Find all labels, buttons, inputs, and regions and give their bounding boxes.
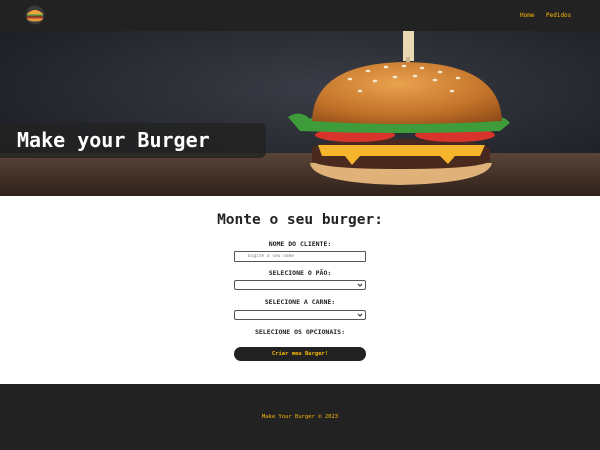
nav-link-home[interactable]: Home	[520, 12, 534, 19]
meat-select-label: Selecione a carne:	[264, 298, 336, 306]
page-title: Monte o seu burger:	[217, 212, 383, 228]
banner-title: Make your Burger	[17, 128, 210, 152]
meat-select[interactable]	[234, 310, 366, 320]
create-burger-button[interactable]: Criar meu Burger!	[234, 347, 366, 361]
options-label: Selecione os opcionais:	[254, 328, 345, 336]
chevron-down-icon	[357, 313, 363, 317]
footer: Make Your Burger © 2023	[0, 384, 600, 450]
bread-select-label: Selecione o pão:	[268, 269, 332, 277]
chevron-down-icon	[357, 283, 363, 287]
customer-name-input[interactable]	[234, 251, 366, 262]
customer-name-label: Nome do cliente:	[268, 240, 332, 248]
burger-logo-icon[interactable]	[23, 5, 47, 25]
burger-form-section: Monte o seu burger: Nome do cliente: Sel…	[0, 196, 600, 384]
hero-banner: Make your Burger	[0, 31, 600, 196]
burger-photo	[0, 31, 600, 196]
bread-select[interactable]	[234, 280, 366, 290]
nav-link-orders[interactable]: Pedidos	[546, 12, 571, 19]
navbar: Home Pedidos	[0, 0, 600, 31]
footer-copyright: Make Your Burger © 2023	[261, 414, 339, 420]
